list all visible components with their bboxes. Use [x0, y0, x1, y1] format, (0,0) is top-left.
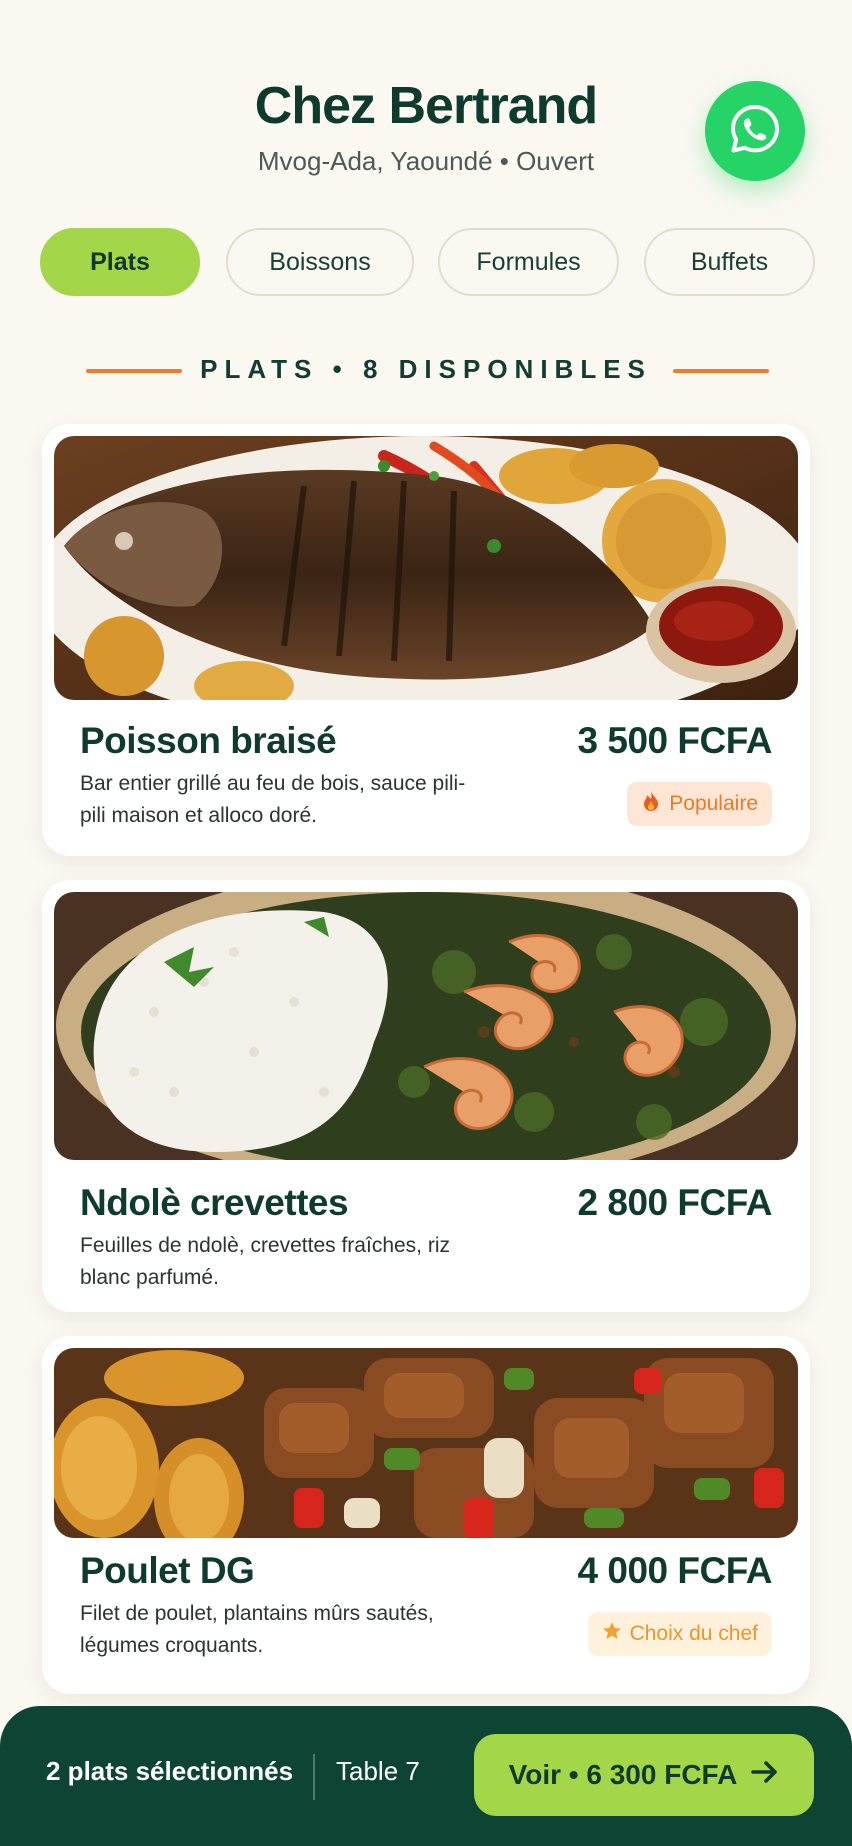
cart-count: 2 plats sélectionnés	[46, 1756, 294, 1786]
dish-price: 2 800 FCFA	[577, 1182, 773, 1223]
badge-label: Populaire	[669, 792, 758, 815]
fire-icon	[641, 790, 661, 818]
cart-divider	[313, 1754, 315, 1800]
cart-bar: 2 plats sélectionnés Table 7 Voir • 6 30…	[0, 1706, 852, 1846]
dish-name: Ndolè crevettes	[80, 1182, 349, 1223]
tab-buffets[interactable]: Buffets	[644, 228, 815, 296]
dish-description: Filet de poulet, plantains mûrs sautés, …	[80, 1602, 434, 1657]
dish-name: Poulet DG	[80, 1550, 255, 1591]
star-icon	[602, 1621, 622, 1647]
dish-description: Feuilles de ndolè, crevettes fraîches, r…	[80, 1234, 451, 1289]
tab-plats[interactable]: Plats	[40, 228, 200, 296]
tab-boissons[interactable]: Boissons	[226, 228, 414, 296]
badge-choix-du-chef: Choix du chef	[587, 1612, 772, 1656]
arrow-right-icon	[751, 1759, 779, 1791]
badge-populaire: Populaire	[627, 782, 772, 826]
whatsapp-icon	[728, 102, 782, 161]
dish-image-ndole-crevettes	[54, 892, 798, 1160]
section-divider-right	[673, 369, 769, 373]
badge-label: Choix du chef	[629, 1622, 758, 1645]
whatsapp-button[interactable]	[705, 81, 805, 181]
dish-card-poisson-braise[interactable]: Poisson braisé 3 500 FCFA Bar entier gri…	[42, 424, 810, 856]
dish-card-poulet-dg[interactable]: Poulet DG 4 000 FCFA Filet de poulet, pl…	[42, 1336, 810, 1694]
tab-formules[interactable]: Formules	[438, 228, 619, 296]
dish-name: Poisson braisé	[80, 720, 337, 761]
dish-price: 3 500 FCFA	[577, 720, 773, 761]
header: Chez Bertrand Mvog-Ada, Yaoundé • Ouvert	[0, 0, 852, 200]
view-order-label: Voir • 6 300 FCFA	[508, 1759, 738, 1790]
dish-image-poisson-braise	[54, 436, 798, 700]
view-order-button[interactable]: Voir • 6 300 FCFA	[474, 1734, 814, 1816]
dish-image-poulet-dg	[54, 1348, 798, 1538]
category-tabs: Plats Boissons Formules Buffets	[0, 228, 852, 296]
dish-card-ndole-crevettes[interactable]: Ndolè crevettes 2 800 FCFA Feuilles de n…	[42, 880, 810, 1312]
dish-description: Bar entier grillé au feu de bois, sauce …	[80, 772, 466, 827]
table-number: Table 7	[336, 1756, 420, 1786]
dish-price: 4 000 FCFA	[577, 1550, 773, 1591]
